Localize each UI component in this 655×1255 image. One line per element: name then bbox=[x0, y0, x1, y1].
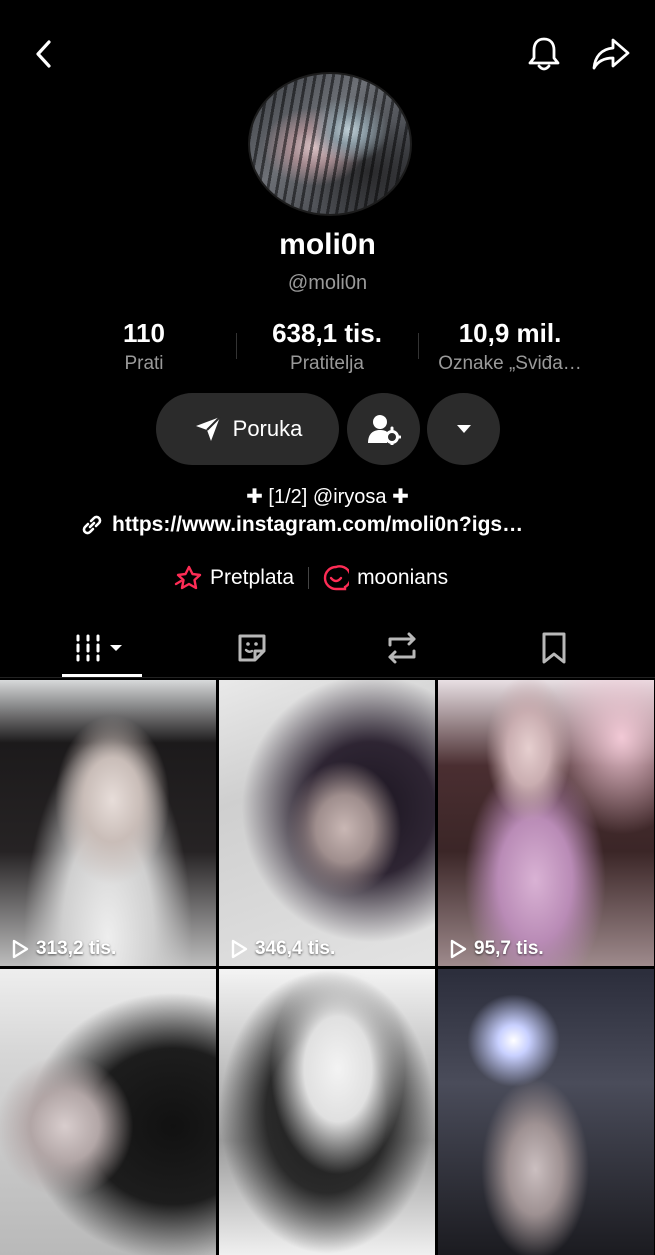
tabs-divider bbox=[0, 677, 655, 678]
view-count-text: 95,7 tis. bbox=[474, 938, 544, 959]
play-icon bbox=[231, 939, 248, 959]
profile-tabs bbox=[0, 620, 655, 678]
video-thumbnail[interactable] bbox=[0, 969, 216, 1255]
sticker-icon bbox=[238, 634, 266, 662]
bio-link[interactable]: https://www.instagram.com/moli0n?igs… bbox=[80, 513, 523, 537]
subscribe-link[interactable]: Pretplata bbox=[174, 564, 294, 592]
community-label: moonians bbox=[357, 566, 449, 589]
video-thumbnail[interactable]: 313,2 tis. bbox=[0, 680, 216, 966]
avatar[interactable] bbox=[248, 72, 412, 216]
video-thumbnail[interactable]: 346,4 tis. bbox=[219, 680, 435, 966]
chevron-left-icon bbox=[36, 40, 51, 68]
tab-videos[interactable] bbox=[20, 620, 184, 676]
followers-label: Pratitelja bbox=[290, 353, 364, 374]
share-button[interactable] bbox=[588, 32, 634, 76]
sub-divider bbox=[308, 567, 310, 589]
display-name: moli0n bbox=[279, 228, 376, 261]
grid-icon bbox=[76, 634, 122, 662]
bookmark-icon bbox=[542, 632, 566, 664]
video-thumbnail[interactable]: 95,7 tis. bbox=[438, 680, 654, 966]
repost-icon bbox=[388, 632, 416, 664]
message-button-label: Poruka bbox=[232, 416, 303, 441]
likes-label: Oznake „Sviđa… bbox=[438, 353, 582, 374]
username: @moli0n bbox=[287, 272, 368, 294]
notification-bell-button[interactable] bbox=[522, 32, 566, 76]
subscribe-label: Pretplata bbox=[210, 566, 295, 589]
bio-link-text: https://www.instagram.com/moli0n?igs… bbox=[112, 513, 524, 536]
community-link[interactable]: moonians bbox=[323, 565, 448, 591]
user-settings-icon bbox=[367, 415, 401, 445]
message-button[interactable]: Poruka bbox=[156, 393, 339, 465]
view-count-text: 346,4 tis. bbox=[255, 938, 336, 959]
send-icon bbox=[195, 416, 221, 441]
back-button[interactable] bbox=[26, 36, 62, 72]
bell-icon bbox=[528, 37, 560, 71]
bio-text: ✚ [1/2] @iryosa ✚ bbox=[246, 486, 409, 508]
stat-likes[interactable]: 10,9 mil. Oznake „Sviđa… bbox=[410, 318, 610, 375]
view-count-text: 313,2 tis. bbox=[36, 938, 117, 959]
play-icon bbox=[450, 939, 467, 959]
tab-favorites[interactable] bbox=[170, 620, 334, 676]
following-label: Prati bbox=[124, 353, 164, 374]
stat-followers[interactable]: 638,1 tis. Pratitelja bbox=[227, 318, 427, 375]
subscription-row: Pretplata moonians bbox=[174, 564, 448, 592]
likes-count: 10,9 mil. bbox=[458, 318, 562, 348]
share-arrow-icon bbox=[592, 38, 630, 70]
video-thumbnail[interactable] bbox=[219, 969, 435, 1255]
play-icon bbox=[12, 939, 29, 959]
subscribe-star-icon bbox=[174, 565, 202, 590]
tab-saved[interactable] bbox=[472, 620, 636, 676]
video-thumbnail[interactable] bbox=[438, 969, 654, 1255]
tab-reposts[interactable] bbox=[320, 620, 484, 676]
more-options-button[interactable] bbox=[427, 393, 500, 465]
friend-settings-button[interactable] bbox=[347, 393, 420, 465]
link-icon bbox=[82, 515, 102, 535]
view-count: 313,2 tis. bbox=[10, 938, 116, 960]
view-count: 346,4 tis. bbox=[229, 938, 335, 960]
caret-down-icon bbox=[456, 425, 471, 433]
community-chat-icon bbox=[323, 565, 350, 591]
followers-count: 638,1 tis. bbox=[272, 318, 382, 348]
view-count: 95,7 tis. bbox=[448, 938, 544, 960]
stat-following[interactable]: 110 Prati bbox=[44, 318, 244, 375]
following-count: 110 bbox=[123, 318, 165, 348]
